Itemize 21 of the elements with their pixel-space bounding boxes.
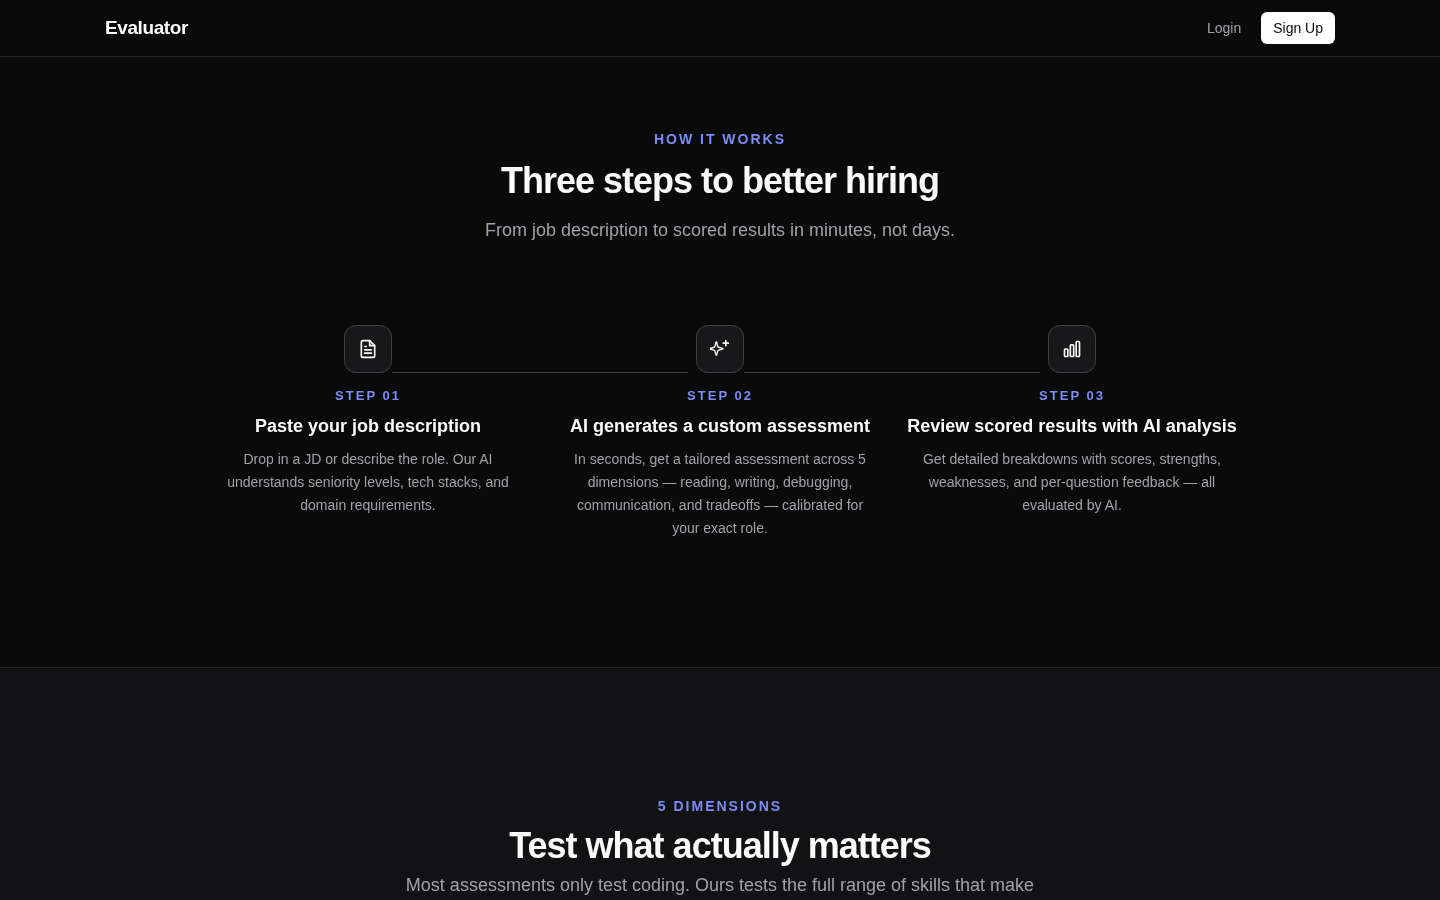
step-description: Drop in a JD or describe the role. Our AI understands seniority levels, tech stacks, and domain requirements. bbox=[226, 450, 510, 515]
document-icon bbox=[344, 325, 392, 373]
section-subtitle: From job description to scored results in minutes, not days. bbox=[484, 219, 956, 242]
logo-text[interactable]: Evaluator bbox=[105, 17, 188, 39]
step-title: Review scored results with AI analysis bbox=[907, 415, 1237, 438]
sign-up-button[interactable]: Sign Up bbox=[1261, 12, 1335, 44]
section-subtitle: Most assessments only test coding. Ours tests the full range of skills that make bbox=[405, 874, 1035, 897]
step-description: In seconds, get a tailored assessment across 5 dimensions — reading, writing, debugging, communication, and tradeoffs — calibrated for your exact role. bbox=[573, 450, 867, 538]
step-description: Get detailed breakdowns with scores, strengths, weaknesses, and per-question feedback — all evaluated by AI. bbox=[921, 450, 1222, 515]
section-eyebrow: 5 DIMENSIONS bbox=[657, 797, 783, 816]
section-heading: Three steps to better hiring bbox=[500, 159, 940, 203]
section-eyebrow: HOW IT WORKS bbox=[653, 130, 787, 149]
sparkles-icon bbox=[696, 325, 744, 373]
bar-chart-icon bbox=[1048, 325, 1096, 373]
step-label: STEP 02 bbox=[687, 387, 753, 405]
step-label: STEP 01 bbox=[335, 387, 401, 405]
section-heading: Test what actually matters bbox=[509, 826, 931, 866]
step-title: Paste your job description bbox=[254, 415, 481, 438]
login-link[interactable]: Login bbox=[1206, 18, 1242, 38]
step-title: AI generates a custom assessment bbox=[569, 415, 871, 438]
step-label: STEP 03 bbox=[1039, 387, 1105, 405]
